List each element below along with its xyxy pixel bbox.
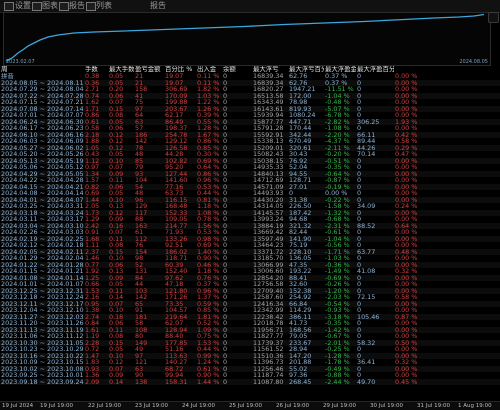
column-header[interactable]: 出入金 — [196, 66, 222, 73]
table-cell: 158.31 — [164, 378, 196, 385]
column-header[interactable]: 百分比 % — [164, 66, 196, 73]
column-header[interactable]: 周 — [0, 66, 84, 73]
strategy-report-window: 设置 图表 报告 列表 报告 2023.02.07 2024.08.05 周 手… — [0, 0, 500, 410]
table-cell: 11087.80 — [252, 378, 288, 385]
table-cell: 2.09 — [84, 378, 108, 385]
table-cell: 0.45 % — [394, 378, 428, 385]
table-cell — [462, 378, 500, 385]
table-row[interactable]: 2023.09.18 ~ 2023.09.24 2.09 0.14 138 158.31… — [0, 378, 500, 385]
table-cell: 1.44 % — [196, 378, 222, 385]
settings-icon[interactable] — [4, 2, 14, 11]
column-header[interactable] — [428, 66, 462, 73]
table-cell: 268.45 — [288, 378, 324, 385]
column-header[interactable] — [394, 66, 428, 73]
equity-curve-chart: 2023.02.07 2024.08.05 — [3, 12, 499, 66]
toolbar-label-chart[interactable]: 图表 — [42, 0, 58, 12]
table-cell: 49.70 — [356, 378, 394, 385]
toolbar-label-settings[interactable]: 设置 — [15, 0, 31, 12]
window-icon[interactable] — [32, 2, 42, 11]
column-header[interactable]: 最大浮盈金额 — [324, 66, 356, 73]
column-header[interactable]: 最大手数次数 — [108, 66, 134, 73]
equity-curve-line — [5, 13, 485, 62]
table-cell: 0.14 — [108, 378, 134, 385]
table-cell: -2.44 % — [324, 378, 356, 385]
chart-start-label: 2023.02.07 — [6, 59, 35, 65]
week-period-cell: 2023.09.18 ~ 2023.09.24 — [0, 378, 84, 385]
weekly-stats-table: 周 手数 最大手数次数 盈亏金额 百分比 % 出入金 余额 最大浮亏 最大浮亏百… — [0, 66, 500, 401]
column-header[interactable]: 最大浮盈百分比 — [356, 66, 394, 73]
column-header[interactable] — [462, 66, 500, 73]
column-header[interactable]: 手数 — [84, 66, 108, 73]
table-cell: 138 — [134, 378, 164, 385]
toolbar-extra-label[interactable]: 报告 — [150, 0, 166, 12]
column-header[interactable]: 最大浮亏百分比 — [288, 66, 324, 73]
chart-icon[interactable] — [59, 2, 69, 11]
toolbar-label-report[interactable]: 报告 — [69, 0, 85, 12]
column-header[interactable]: 余额 — [222, 66, 252, 73]
list-icon[interactable] — [86, 2, 96, 11]
chart-expand-handle[interactable] — [488, 12, 499, 23]
table-cell: 0 — [222, 378, 252, 385]
equity-curve-svg — [5, 13, 485, 62]
chart-end-label: 2024.08.05 — [459, 59, 488, 65]
column-header[interactable]: 盈亏金额 — [134, 66, 164, 73]
toolbar-label-list[interactable]: 列表 — [96, 0, 112, 12]
table-cell — [428, 378, 462, 385]
column-header[interactable]: 最大浮亏 — [252, 66, 288, 73]
table-header-row: 周 手数 最大手数次数 盈亏金额 百分比 % 出入金 余额 最大浮亏 最大浮亏百… — [0, 66, 500, 73]
